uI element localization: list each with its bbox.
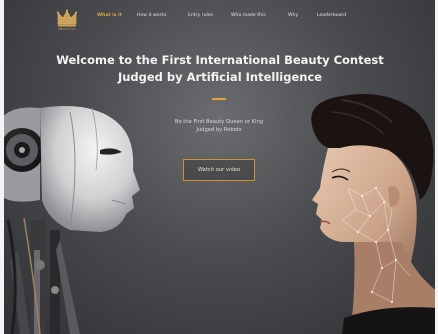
crown-icon[interactable]: [56, 7, 78, 29]
hero-subtitle: Be the First Beauty Queen or King Judged…: [159, 118, 279, 134]
title-divider: [212, 98, 226, 100]
left-border: [0, 0, 4, 334]
nav-item-who-made-this[interactable]: Who made this: [231, 13, 266, 18]
hero-title: Welcome to the First International Beaut…: [40, 52, 400, 86]
watch-video-button[interactable]: Watch our video: [183, 159, 255, 181]
nav-item-how-it-works[interactable]: How it works: [137, 13, 167, 18]
robot-head-image: [0, 106, 140, 334]
nav-item-what-is-it[interactable]: What is it: [97, 13, 122, 18]
hero-subtitle-line-2: Judged by Robots: [196, 127, 242, 133]
logo-text: BEAUTY.AI: [58, 27, 76, 31]
hero-title-line-1: Welcome to the First International Beaut…: [56, 53, 384, 67]
hero-title-line-2: Judged by Artificial Intelligence: [117, 70, 323, 84]
landing-page: BEAUTY.AI What is it How it works Entry …: [0, 0, 438, 334]
top-nav: BEAUTY.AI What is it How it works Entry …: [0, 0, 438, 34]
nav-item-leaderboard[interactable]: Leaderboard: [317, 13, 346, 18]
hero-subtitle-line-1: Be the First Beauty Queen or King: [174, 119, 264, 125]
woman-profile-image: [311, 94, 438, 334]
nav-item-entry-rules[interactable]: Entry rules: [188, 13, 213, 18]
nav-item-why[interactable]: Why: [288, 13, 298, 18]
